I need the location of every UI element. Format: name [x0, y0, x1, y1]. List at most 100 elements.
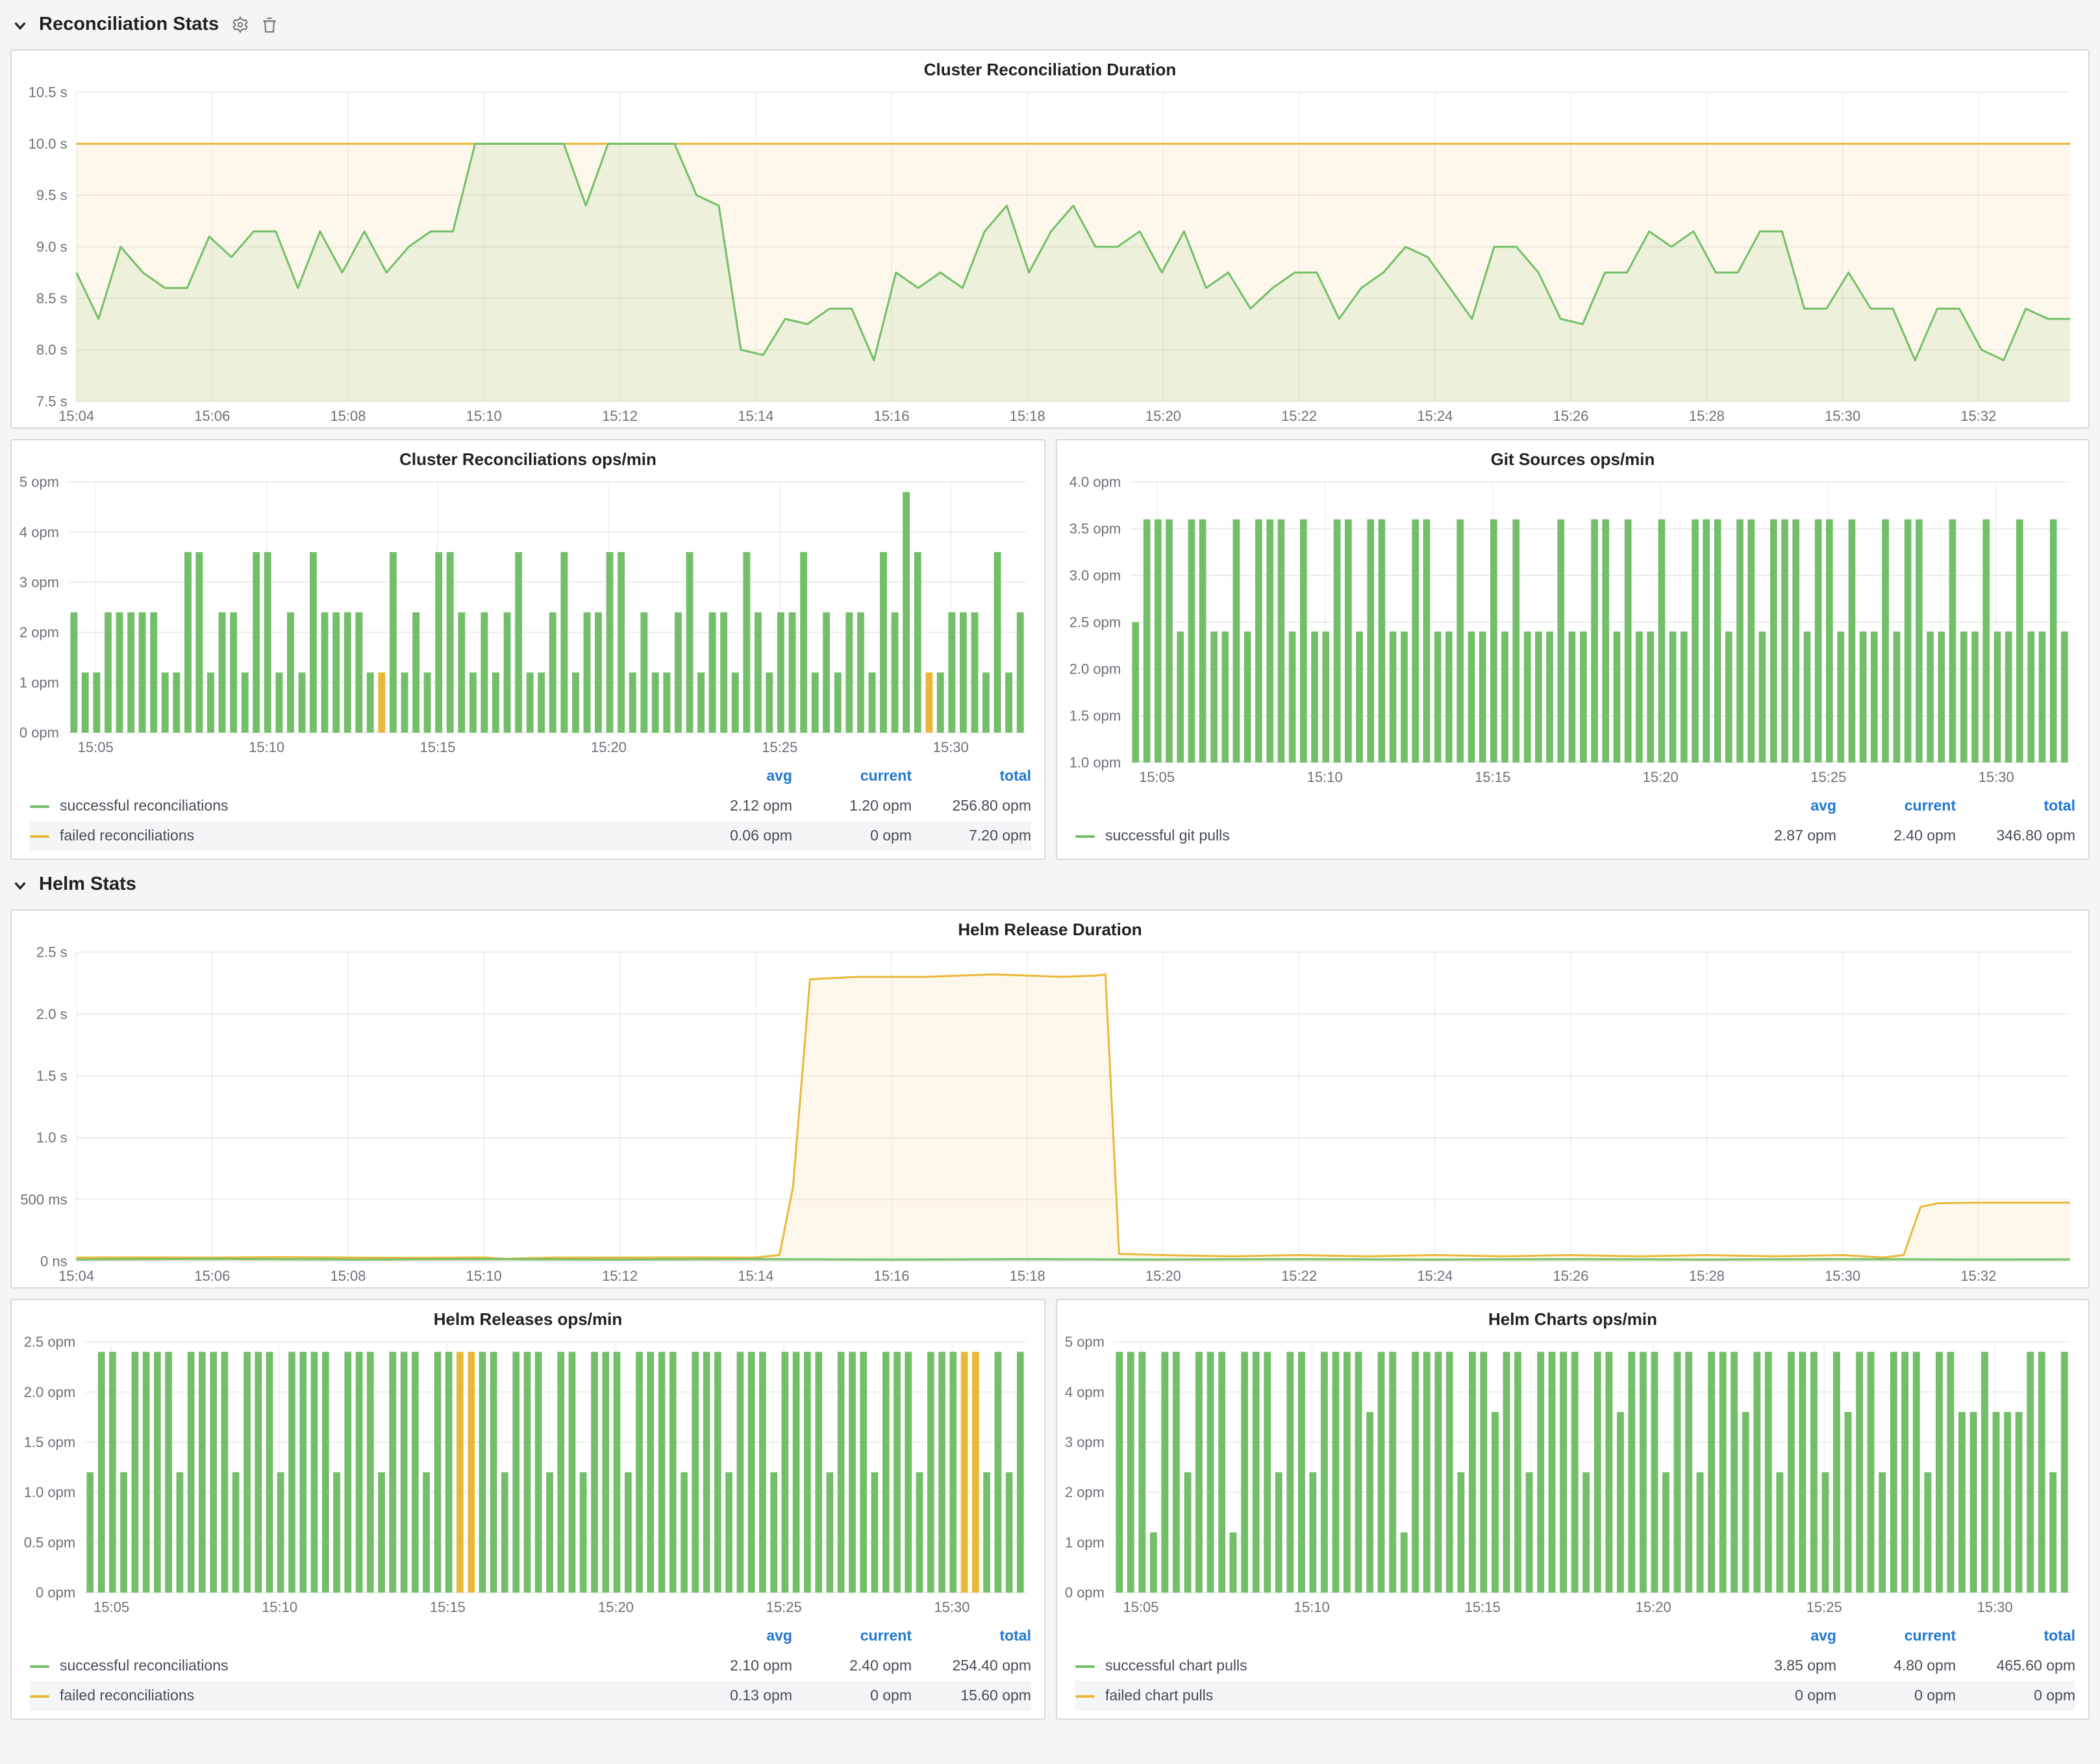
svg-text:0.5 opm: 0.5 opm	[24, 1534, 76, 1550]
svg-text:4 opm: 4 opm	[1065, 1384, 1105, 1400]
helm-releases-chart[interactable]: 2.5 opm2.0 opm1.5 opm1.0 opm0.5 opm0 opm…	[14, 1334, 1034, 1619]
svg-text:15:26: 15:26	[1553, 1268, 1588, 1284]
svg-text:15:24: 15:24	[1417, 1268, 1453, 1284]
svg-text:15:25: 15:25	[1806, 1599, 1842, 1615]
legend-label[interactable]: failed reconciliations	[60, 828, 194, 844]
svg-text:15:08: 15:08	[330, 408, 366, 424]
series-color-dash	[1075, 835, 1095, 837]
svg-text:0 ns: 0 ns	[40, 1254, 68, 1270]
svg-text:15:30: 15:30	[1825, 1268, 1860, 1284]
svg-text:10.0 s: 10.0 s	[29, 136, 68, 152]
cluster-reconciliation-duration-chart[interactable]: 10.5 s10.0 s9.5 s9.0 s8.5 s8.0 s7.5 s15:…	[14, 84, 2078, 427]
legend-label[interactable]: successful chart pulls	[1105, 1658, 1247, 1674]
svg-text:15:18: 15:18	[1010, 1268, 1045, 1284]
svg-text:3 opm: 3 opm	[19, 574, 59, 590]
legend-avg-value: 3.85 opm	[1717, 1658, 1836, 1674]
svg-text:3.5 opm: 3.5 opm	[1069, 521, 1121, 537]
legend-col-current[interactable]: current	[1836, 1628, 1956, 1644]
svg-text:15:30: 15:30	[1979, 769, 2014, 785]
chevron-down-icon[interactable]	[13, 877, 27, 892]
legend-avg-value: 0.06 opm	[673, 828, 792, 844]
panel-title[interactable]: Helm Release Duration	[12, 911, 2088, 942]
svg-text:15:06: 15:06	[194, 1268, 230, 1284]
cluster-reconciliations-chart[interactable]: 5 opm4 opm3 opm2 opm1 opm0 opm15:0515:10…	[14, 474, 1034, 759]
legend-label[interactable]: successful git pulls	[1105, 828, 1230, 844]
legend: avg current total successful git pulls 2…	[1057, 788, 2088, 859]
series-color-dash	[1075, 1695, 1095, 1697]
panel-cluster-reconciliation-duration: Cluster Reconciliation Duration 10.5 s 10…	[10, 49, 2090, 429]
svg-text:9.5 s: 9.5 s	[36, 187, 68, 203]
legend-col-avg[interactable]: avg	[673, 1628, 792, 1644]
legend-total-value: 15.60 opm	[912, 1688, 1031, 1704]
panel-title[interactable]: Cluster Reconciliations ops/min	[12, 440, 1044, 472]
helm-release-duration-chart[interactable]: 2.5 s2.0 s1.5 s1.0 s500 ms0 ns15:0415:06…	[14, 944, 2078, 1287]
svg-text:15:20: 15:20	[1145, 1268, 1181, 1284]
legend-avg-value: 2.87 opm	[1717, 828, 1836, 844]
svg-text:15:08: 15:08	[330, 1268, 366, 1284]
svg-text:15:22: 15:22	[1281, 1268, 1317, 1284]
legend-col-avg[interactable]: avg	[1717, 798, 1836, 814]
svg-text:15:10: 15:10	[466, 1268, 502, 1284]
svg-text:15:05: 15:05	[1123, 1599, 1158, 1615]
svg-text:8.5 s: 8.5 s	[36, 290, 68, 307]
legend-col-avg[interactable]: avg	[673, 768, 792, 784]
svg-text:15:20: 15:20	[591, 739, 627, 755]
svg-text:15:06: 15:06	[194, 408, 230, 424]
svg-text:15:10: 15:10	[262, 1599, 297, 1615]
legend-col-total[interactable]: total	[1956, 798, 2075, 814]
svg-text:10.5 s: 10.5 s	[29, 84, 68, 101]
legend-total-value: 256.80 opm	[912, 798, 1031, 814]
panel-title[interactable]: Git Sources ops/min	[1057, 440, 2088, 472]
series-color-dash	[1075, 1665, 1095, 1667]
legend-col-current[interactable]: current	[1836, 798, 1956, 814]
svg-text:5 opm: 5 opm	[1065, 1334, 1105, 1350]
legend-label[interactable]: successful reconciliations	[60, 798, 229, 814]
svg-text:9.0 s: 9.0 s	[36, 239, 68, 255]
svg-text:15:10: 15:10	[466, 408, 502, 424]
svg-text:15:10: 15:10	[249, 739, 284, 755]
svg-text:15:05: 15:05	[1139, 769, 1175, 785]
svg-text:15:25: 15:25	[1810, 769, 1846, 785]
trash-icon[interactable]	[260, 16, 277, 34]
gear-icon[interactable]	[231, 16, 249, 34]
svg-text:7.5 s: 7.5 s	[36, 394, 68, 410]
panel-title[interactable]: Helm Charts ops/min	[1057, 1300, 2088, 1331]
legend-col-current[interactable]: current	[792, 768, 912, 784]
legend-total-value: 254.40 opm	[912, 1658, 1031, 1674]
legend-col-current[interactable]: current	[792, 1628, 912, 1644]
svg-text:1 opm: 1 opm	[19, 674, 59, 690]
legend-header-row: avg current total	[30, 1621, 1031, 1651]
svg-text:2.5 opm: 2.5 opm	[1069, 614, 1121, 631]
legend-col-total[interactable]: total	[1956, 1628, 2075, 1644]
svg-text:5 opm: 5 opm	[19, 474, 59, 490]
svg-text:4.0 opm: 4.0 opm	[1069, 474, 1121, 490]
svg-text:2.5 s: 2.5 s	[36, 944, 68, 961]
legend: avg current total successful chart pulls…	[1057, 1619, 2088, 1719]
git-sources-chart[interactable]: 4.0 opm3.5 opm3.0 opm2.5 opm2.0 opm1.5 o…	[1060, 474, 2078, 788]
row-header-reconciliation-stats[interactable]: Reconciliation Stats	[10, 10, 2090, 39]
svg-text:15:30: 15:30	[1977, 1599, 2013, 1615]
legend-total-value: 465.60 opm	[1956, 1658, 2075, 1674]
panel-title[interactable]: Helm Releases ops/min	[12, 1300, 1044, 1331]
legend-label[interactable]: successful reconciliations	[60, 1658, 229, 1674]
helm-charts-chart[interactable]: 5 opm4 opm3 opm2 opm1 opm0 opm15:0515:10…	[1060, 1334, 2078, 1619]
panel-title[interactable]: Cluster Reconciliation Duration	[12, 51, 2088, 82]
svg-text:1.5 opm: 1.5 opm	[24, 1434, 76, 1450]
legend-current-value: 0 opm	[792, 1688, 912, 1704]
svg-text:15:15: 15:15	[1465, 1599, 1501, 1615]
svg-text:15:16: 15:16	[873, 1268, 909, 1284]
series-color-dash	[30, 1695, 49, 1697]
row-header-helm-stats[interactable]: Helm Stats	[10, 870, 2090, 899]
legend-label[interactable]: failed reconciliations	[60, 1688, 194, 1704]
legend-label[interactable]: failed chart pulls	[1105, 1688, 1213, 1704]
legend-col-avg[interactable]: avg	[1717, 1628, 1836, 1644]
svg-text:2 opm: 2 opm	[19, 624, 59, 640]
legend-current-value: 2.40 opm	[792, 1658, 912, 1674]
chevron-down-icon[interactable]	[13, 18, 27, 32]
svg-text:15:04: 15:04	[58, 408, 94, 424]
svg-text:1.0 s: 1.0 s	[36, 1129, 68, 1146]
legend-col-total[interactable]: total	[912, 1628, 1031, 1644]
svg-text:15:04: 15:04	[58, 1268, 94, 1284]
svg-text:15:15: 15:15	[1475, 769, 1510, 785]
legend-col-total[interactable]: total	[912, 768, 1031, 784]
